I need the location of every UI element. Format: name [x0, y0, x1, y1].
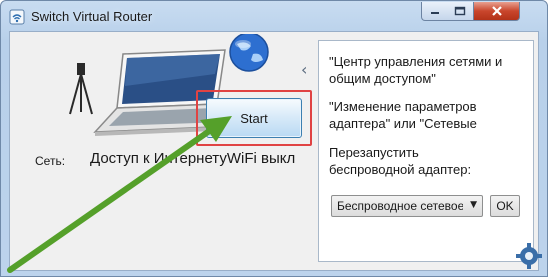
close-icon — [491, 6, 502, 16]
close-button[interactable] — [474, 2, 520, 21]
client-area: Start Сеть: Доступ к ИнтернетуWiFi выкл … — [9, 31, 539, 271]
info-panel: "Центр управления сетями и общим доступо… — [318, 40, 534, 262]
left-pane: Start Сеть: Доступ к ИнтернетуWiFi выкл — [10, 32, 320, 272]
maximize-button[interactable] — [447, 2, 474, 21]
window-title: Switch Virtual Router — [31, 9, 153, 24]
restart-adapter-label: Перезапустить беспроводной адаптер: — [329, 145, 472, 177]
network-center-link[interactable]: "Центр управления сетями и общим доступо… — [329, 53, 519, 87]
tripod-icon — [69, 63, 93, 115]
collapse-chevron-icon[interactable]: ‹ — [301, 60, 307, 79]
ok-button[interactable]: OK — [490, 195, 520, 217]
minimize-button[interactable] — [421, 2, 448, 21]
maximize-icon — [454, 6, 466, 16]
network-label: Сеть: — [35, 154, 66, 168]
minimize-icon — [430, 12, 439, 14]
wifi-app-icon — [9, 9, 25, 25]
network-status: Доступ к ИнтернетуWiFi выкл — [90, 150, 296, 167]
adapter-settings-link[interactable]: "Изменение параметров адаптера" или "Сет… — [329, 98, 525, 132]
title-bar[interactable]: Switch Virtual Router — [1, 1, 547, 31]
main-window: Switch Virtual Router Start Сеть: Доступ… — [0, 0, 548, 277]
globe-icon — [229, 34, 269, 72]
dropdown-arrow-icon: ▼ — [470, 200, 477, 210]
adapter-select-value: Беспроводное сетевое соединение — [337, 199, 463, 213]
settings-gear-icon[interactable] — [515, 242, 543, 270]
start-button[interactable]: Start — [206, 98, 302, 138]
adapter-select[interactable]: Беспроводное сетевое соединение ▼ — [331, 195, 483, 217]
